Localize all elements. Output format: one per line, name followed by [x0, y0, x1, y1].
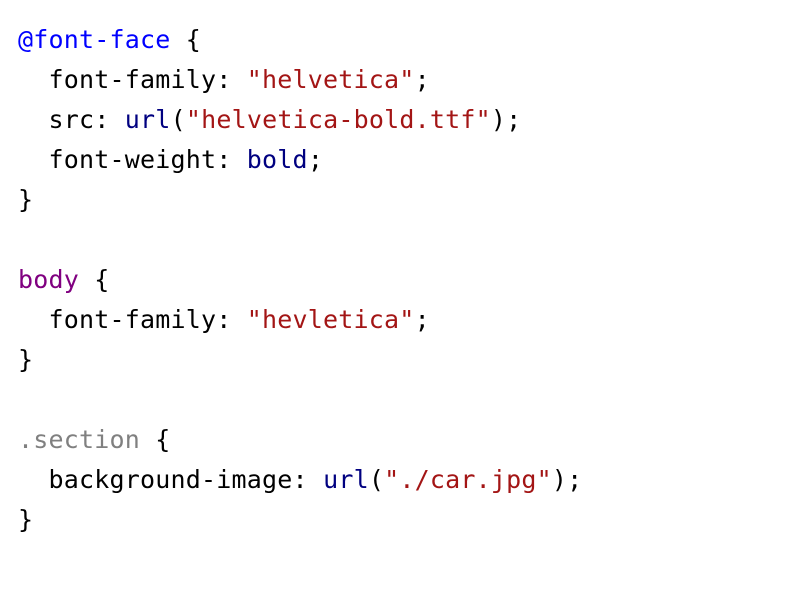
semicolon: ;: [506, 105, 521, 134]
string-helvetica-bold: "helvetica-bold.ttf": [186, 105, 491, 134]
lparen: (: [171, 105, 186, 134]
property-background-image: background-image: [49, 465, 293, 494]
indent: [18, 465, 49, 494]
property-src: src: [49, 105, 95, 134]
string-helvetica: "helvetica": [247, 65, 415, 94]
rparen: ): [552, 465, 567, 494]
indent: [18, 105, 49, 134]
string-car-jpg: "./car.jpg": [384, 465, 552, 494]
open-brace: {: [140, 425, 171, 454]
semicolon: ;: [308, 145, 323, 174]
value-bold: bold: [247, 145, 308, 174]
colon: :: [216, 65, 247, 94]
colon: :: [94, 105, 125, 134]
string-hevletica: "hevletica": [247, 305, 415, 334]
indent: [18, 305, 49, 334]
selector-body: body: [18, 265, 79, 294]
css-code-block: @font-face { font-family: "helvetica"; s…: [0, 0, 808, 560]
colon: :: [216, 145, 247, 174]
colon: :: [293, 465, 324, 494]
lparen: (: [369, 465, 384, 494]
semicolon: ;: [415, 305, 430, 334]
open-brace: {: [79, 265, 110, 294]
selector-section: .section: [18, 425, 140, 454]
close-brace: }: [18, 185, 33, 214]
property-font-weight: font-weight: [49, 145, 217, 174]
semicolon: ;: [415, 65, 430, 94]
indent: [18, 65, 49, 94]
close-brace: }: [18, 505, 33, 534]
colon: :: [216, 305, 247, 334]
indent: [18, 145, 49, 174]
property-font-family: font-family: [49, 305, 217, 334]
close-brace: }: [18, 345, 33, 374]
open-brace: {: [171, 25, 202, 54]
rparen: ): [491, 105, 506, 134]
at-rule-font-face: @font-face: [18, 25, 171, 54]
property-font-family: font-family: [49, 65, 217, 94]
semicolon: ;: [567, 465, 582, 494]
func-url: url: [323, 465, 369, 494]
func-url: url: [125, 105, 171, 134]
